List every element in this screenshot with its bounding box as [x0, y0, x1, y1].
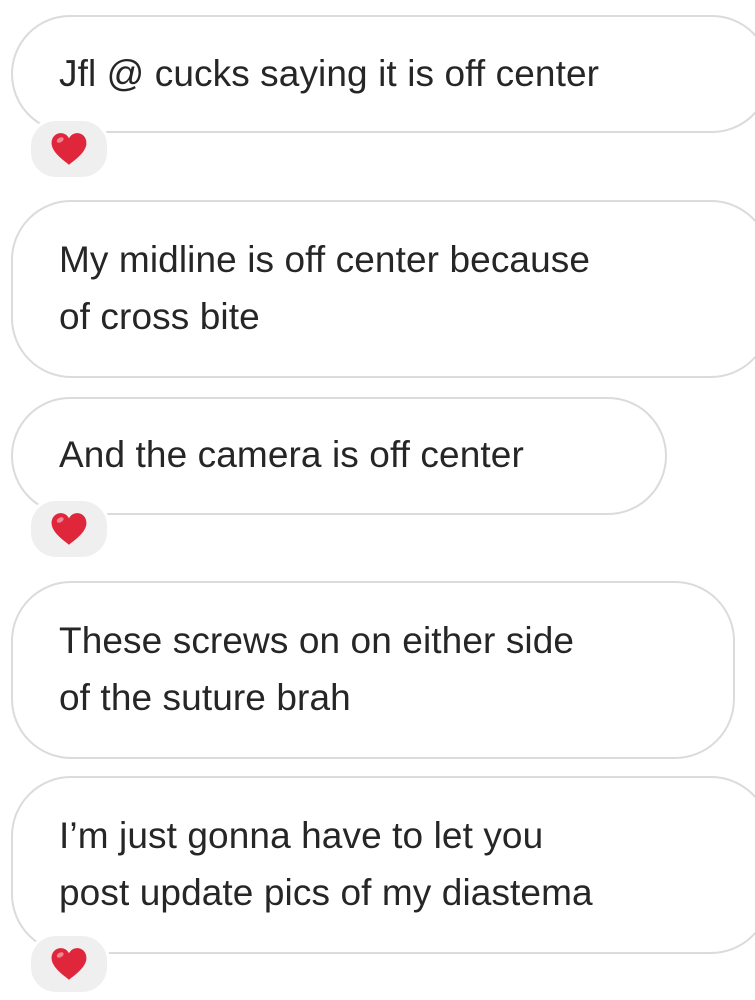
message-text: Jfl @ cucks saying it is off center — [59, 53, 600, 94]
message-text: And the camera is off center — [59, 434, 524, 475]
message-bubble[interactable]: My midline is off center because of cros… — [11, 200, 755, 378]
message-reaction[interactable] — [28, 933, 110, 995]
message-text: These screws on on either side — [59, 620, 575, 661]
message-text: I’m just gonna have to let you — [59, 815, 544, 856]
heart-icon — [51, 513, 87, 545]
message-text: post update pics of my diastema — [59, 872, 593, 913]
message-text: of the suture brah — [59, 677, 351, 718]
heart-icon — [51, 948, 87, 980]
message-bubble[interactable]: And the camera is off center — [11, 397, 667, 515]
message-reaction[interactable] — [28, 118, 110, 180]
message-bubble[interactable]: These screws on on either side of the su… — [11, 581, 735, 759]
message-text: of cross bite — [59, 296, 260, 337]
heart-icon — [51, 133, 87, 165]
message-text: My midline is off center because — [59, 239, 591, 280]
message-reaction[interactable] — [28, 498, 110, 560]
message-bubble[interactable]: Jfl @ cucks saying it is off center — [11, 15, 755, 133]
message-bubble[interactable]: I’m just gonna have to let you post upda… — [11, 776, 755, 954]
